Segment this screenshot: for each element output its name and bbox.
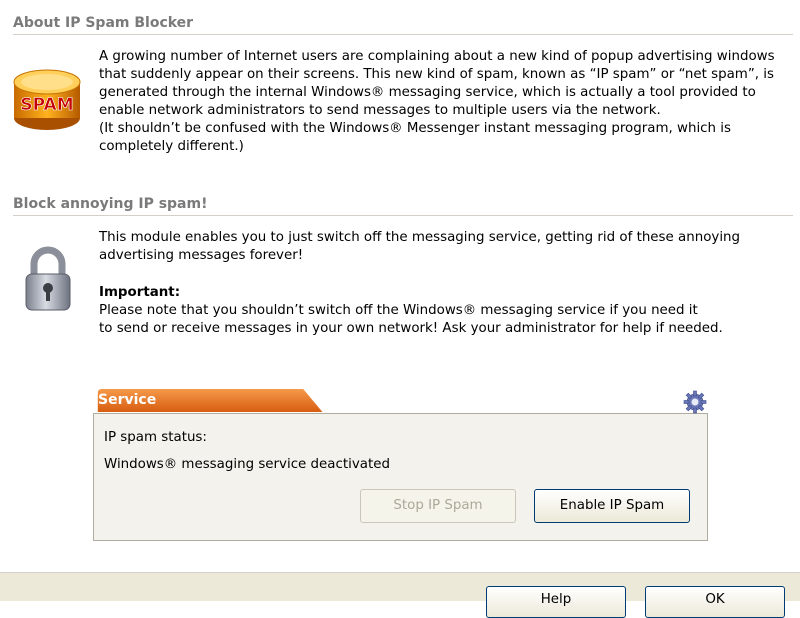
about-line: A growing number of Internet users are c… bbox=[99, 49, 775, 64]
block-intro-line: advertising messages forever! bbox=[99, 248, 304, 263]
important-note: Please note that you shouldn’t switch of… bbox=[99, 302, 789, 338]
note-line: to send or receive messages in your own … bbox=[99, 321, 723, 336]
about-line: enable network administrators to send me… bbox=[99, 103, 661, 118]
stop-ip-spam-button[interactable]: Stop IP Spam bbox=[360, 489, 516, 523]
note-line: Please note that you shouldn’t switch of… bbox=[99, 303, 698, 318]
status-label: IP spam status: bbox=[104, 430, 207, 445]
status-value: Windows® messaging service deactivated bbox=[104, 457, 390, 472]
enable-ip-spam-button[interactable]: Enable IP Spam bbox=[534, 489, 690, 523]
block-intro-line: This module enables you to just switch o… bbox=[99, 230, 741, 245]
padlock-icon bbox=[25, 246, 71, 311]
about-description: A growing number of Internet users are c… bbox=[99, 48, 789, 156]
gear-icon[interactable] bbox=[683, 390, 707, 414]
help-button[interactable]: Help bbox=[486, 586, 626, 618]
about-line: completely different.) bbox=[99, 139, 244, 154]
service-box: IP spam status: Windows® messaging servi… bbox=[93, 413, 708, 541]
about-heading: About IP Spam Blocker bbox=[13, 15, 793, 35]
service-tab-label: Service bbox=[98, 392, 157, 408]
about-line: generated through the internal Windows® … bbox=[99, 85, 756, 100]
important-label: Important: bbox=[99, 285, 181, 300]
spam-icon-text: SPAM bbox=[20, 95, 73, 115]
block-description: This module enables you to just switch o… bbox=[99, 229, 789, 265]
about-line: (It shouldn’t be confused with the Windo… bbox=[99, 121, 731, 136]
about-line: that suddenly appear on their screens. T… bbox=[99, 67, 774, 82]
spam-can-icon: SPAM bbox=[13, 69, 81, 130]
block-heading: Block annoying IP spam! bbox=[13, 196, 793, 216]
ok-button[interactable]: OK bbox=[645, 586, 785, 618]
service-panel: Service IP spam status: Windows® messagi… bbox=[93, 389, 708, 541]
